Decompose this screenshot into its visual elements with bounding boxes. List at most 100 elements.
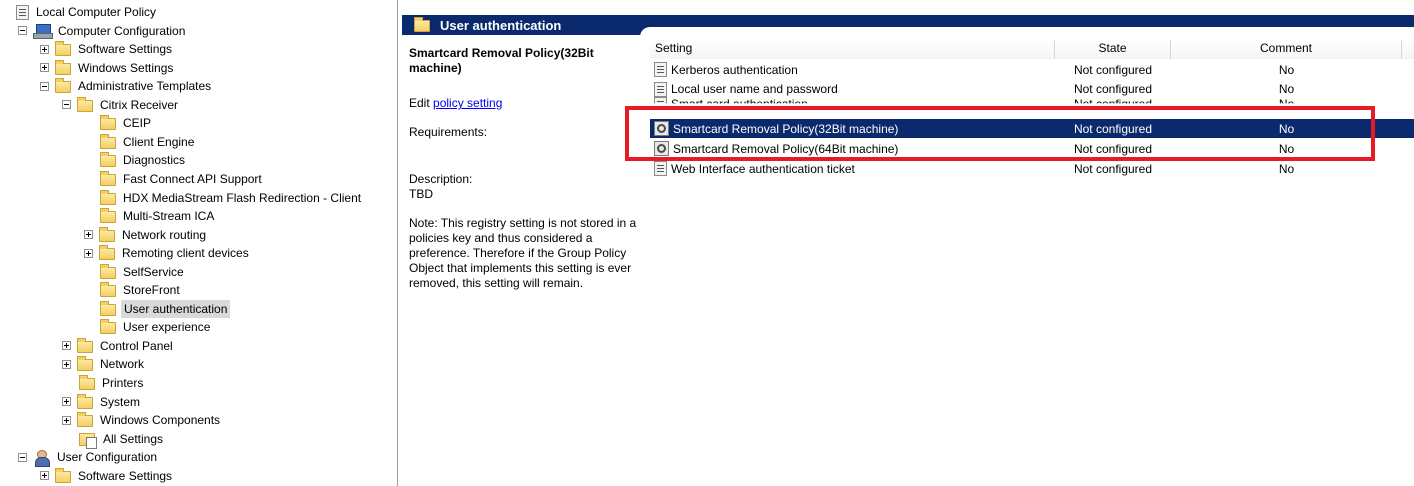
setting-cell: Smartcard Removal Policy(32Bit machine)	[650, 121, 1055, 137]
tree-item-label: Network	[100, 357, 145, 372]
tree-item[interactable]: System	[62, 393, 142, 411]
list-row[interactable]: Web Interface authentication ticket Not c…	[650, 159, 1414, 178]
tree-item[interactable]: SelfService	[100, 263, 186, 281]
comment-cell: No	[1278, 141, 1295, 156]
setting-cell: Local user name and password	[650, 81, 1055, 97]
list-header: Setting State Comment	[650, 40, 1414, 59]
tree-item-label: SelfService	[123, 264, 184, 279]
tree-item[interactable]: Printers	[79, 374, 145, 392]
expand-icon[interactable]	[62, 359, 71, 369]
tree-item[interactable]: Multi-Stream ICA	[100, 207, 216, 225]
tree-item[interactable]: Administrative Templates	[40, 77, 213, 95]
settings-list[interactable]: Setting State Comment Kerberos authentic…	[650, 40, 1414, 486]
tree-item[interactable]: Computer Configuration	[18, 22, 187, 40]
tree-item[interactable]: Network routing	[84, 226, 208, 244]
state-cell: Not configured	[1073, 141, 1153, 156]
collapse-icon[interactable]	[40, 81, 49, 91]
setting-cell: Kerberos authentication	[650, 62, 1055, 77]
policy-icon	[16, 4, 29, 20]
folder-icon	[55, 41, 71, 57]
tree-item[interactable]: User Configuration	[18, 448, 159, 467]
list-row[interactable]: Smart card authentication Not configured N…	[650, 96, 1414, 119]
tree-item-label: Fast Connect API Support	[123, 171, 262, 186]
tree-item[interactable]: Network	[62, 355, 146, 373]
setting-cell: Web Interface authentication ticket	[650, 161, 1055, 176]
setting-name: Local user name and password	[671, 82, 838, 97]
tree-item[interactable]: HDX MediaStream Flash Redirection - Clie…	[100, 189, 363, 207]
tree-item-label: All Settings	[103, 431, 164, 446]
policy-tree[interactable]: Local Computer Policy Computer Configurat…	[0, 0, 398, 486]
details-header-title: User authentication	[440, 17, 562, 33]
gear-icon	[654, 121, 669, 137]
tree-item[interactable]: Software Settings	[40, 40, 174, 58]
expand-icon[interactable]	[62, 415, 71, 425]
tree-item[interactable]: Control Panel	[62, 337, 175, 355]
folder-icon	[79, 375, 95, 390]
tree-item[interactable]: Software Settings	[40, 467, 174, 485]
comment-cell: No	[1278, 97, 1295, 112]
state-cell: Not configured	[1073, 161, 1153, 176]
expand-icon[interactable]	[84, 230, 93, 240]
expand-icon[interactable]	[62, 397, 71, 407]
tree-item[interactable]: Remoting client devices	[84, 244, 251, 262]
setting-name: Web Interface authentication ticket	[671, 161, 855, 176]
tree-item[interactable]: StoreFront	[100, 281, 182, 299]
tree-item-label: Multi-Stream ICA	[123, 209, 215, 224]
tree-item[interactable]: User authentication	[100, 299, 231, 318]
expand-icon[interactable]	[40, 471, 49, 481]
tree-item[interactable]: Windows Components	[62, 411, 222, 429]
tree-item-label: Software Settings	[78, 468, 173, 483]
requirements-label: Requirements:	[409, 125, 488, 139]
policy-icon	[654, 62, 667, 77]
tree-item-label: CEIP	[123, 116, 152, 131]
list-row[interactable]: Kerberos authentication Not configured No	[650, 60, 1414, 79]
description-note: Note: This registry setting is not store…	[409, 216, 637, 290]
expand-icon[interactable]	[40, 63, 49, 73]
tab-notch	[640, 27, 1414, 39]
tree-item-label: Computer Configuration	[58, 23, 186, 38]
tree-item[interactable]: User experience	[100, 318, 212, 336]
state-cell: Not configured	[1073, 121, 1153, 136]
folder-icon	[100, 152, 116, 168]
expand-icon[interactable]	[62, 341, 71, 351]
setting-name: Smartcard Removal Policy(32Bit machine)	[673, 121, 899, 136]
collapse-icon[interactable]	[18, 26, 27, 36]
tree-item[interactable]: Citrix Receiver	[62, 96, 180, 114]
collapse-icon[interactable]	[62, 100, 71, 110]
tree-item[interactable]: Client Engine	[100, 133, 196, 151]
tree-item-label: Diagnostics	[123, 153, 186, 168]
tree-item-label: Windows Components	[100, 413, 221, 428]
tree-item[interactable]: Windows Settings	[40, 59, 175, 77]
column-header-setting[interactable]: Setting	[650, 40, 1055, 59]
tree-item-label: Network routing	[122, 227, 207, 242]
list-row[interactable]: Smartcard Removal Policy(64Bit machine) N…	[650, 139, 1414, 158]
tree-item-label: User experience	[123, 320, 211, 335]
state-cell: Not configured	[1073, 62, 1153, 77]
folder-icon	[100, 263, 116, 279]
tree-item[interactable]: Local Computer Policy	[16, 3, 158, 21]
state-cell: Not configured	[1073, 97, 1153, 112]
folder-icon	[100, 208, 116, 224]
policy-icon	[654, 96, 667, 104]
edit-policy-line: Edit policy setting	[409, 96, 502, 110]
expand-icon[interactable]	[40, 44, 49, 54]
setting-cell: Smartcard Removal Policy(64Bit machine)	[650, 141, 1055, 157]
tree-item[interactable]: All Settings	[79, 430, 165, 449]
folder-icon	[100, 115, 116, 131]
policy-icon	[654, 161, 667, 176]
folder-icon	[100, 300, 116, 316]
description-text: TBD	[409, 187, 433, 201]
folder-icon	[100, 189, 116, 205]
tree-item[interactable]: Diagnostics	[100, 151, 187, 169]
tree-item[interactable]: Fast Connect API Support	[100, 170, 264, 188]
policy-setting-link[interactable]: policy setting	[433, 96, 502, 110]
list-row[interactable]: Smartcard Removal Policy(32Bit machine) N…	[650, 119, 1414, 139]
tree-item[interactable]: CEIP	[100, 114, 153, 132]
list-row[interactable]: Local user name and password Not configur…	[650, 80, 1414, 99]
collapse-icon[interactable]	[18, 452, 27, 462]
comment-cell: No	[1278, 62, 1295, 77]
expand-icon[interactable]	[84, 248, 93, 258]
column-header-state[interactable]: State	[1055, 40, 1171, 59]
column-header-comment[interactable]: Comment	[1171, 40, 1402, 59]
tree-item-label: Local Computer Policy	[36, 5, 157, 19]
